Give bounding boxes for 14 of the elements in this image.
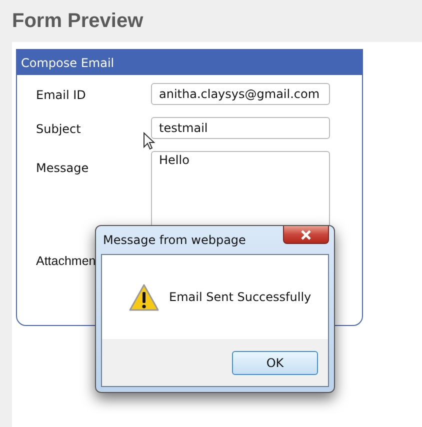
ok-button[interactable]: OK xyxy=(232,350,318,374)
input-field[interactable]: anitha.claysys@gmail.com xyxy=(151,83,330,105)
field-label: Email ID xyxy=(36,87,87,102)
page-title: Form Preview xyxy=(12,10,144,32)
field-label: Message xyxy=(36,160,90,175)
dialog-message: Email Sent Successfully xyxy=(169,290,312,304)
close-button[interactable] xyxy=(283,226,329,244)
form-header: Compose Email xyxy=(17,50,362,75)
field-label: Subject xyxy=(36,121,82,136)
close-icon xyxy=(299,230,313,240)
mouse-pointer-icon xyxy=(143,132,155,150)
input-field[interactable]: testmail xyxy=(151,117,330,139)
warning-icon xyxy=(128,282,160,312)
field-label: Attachmen xyxy=(36,253,97,268)
